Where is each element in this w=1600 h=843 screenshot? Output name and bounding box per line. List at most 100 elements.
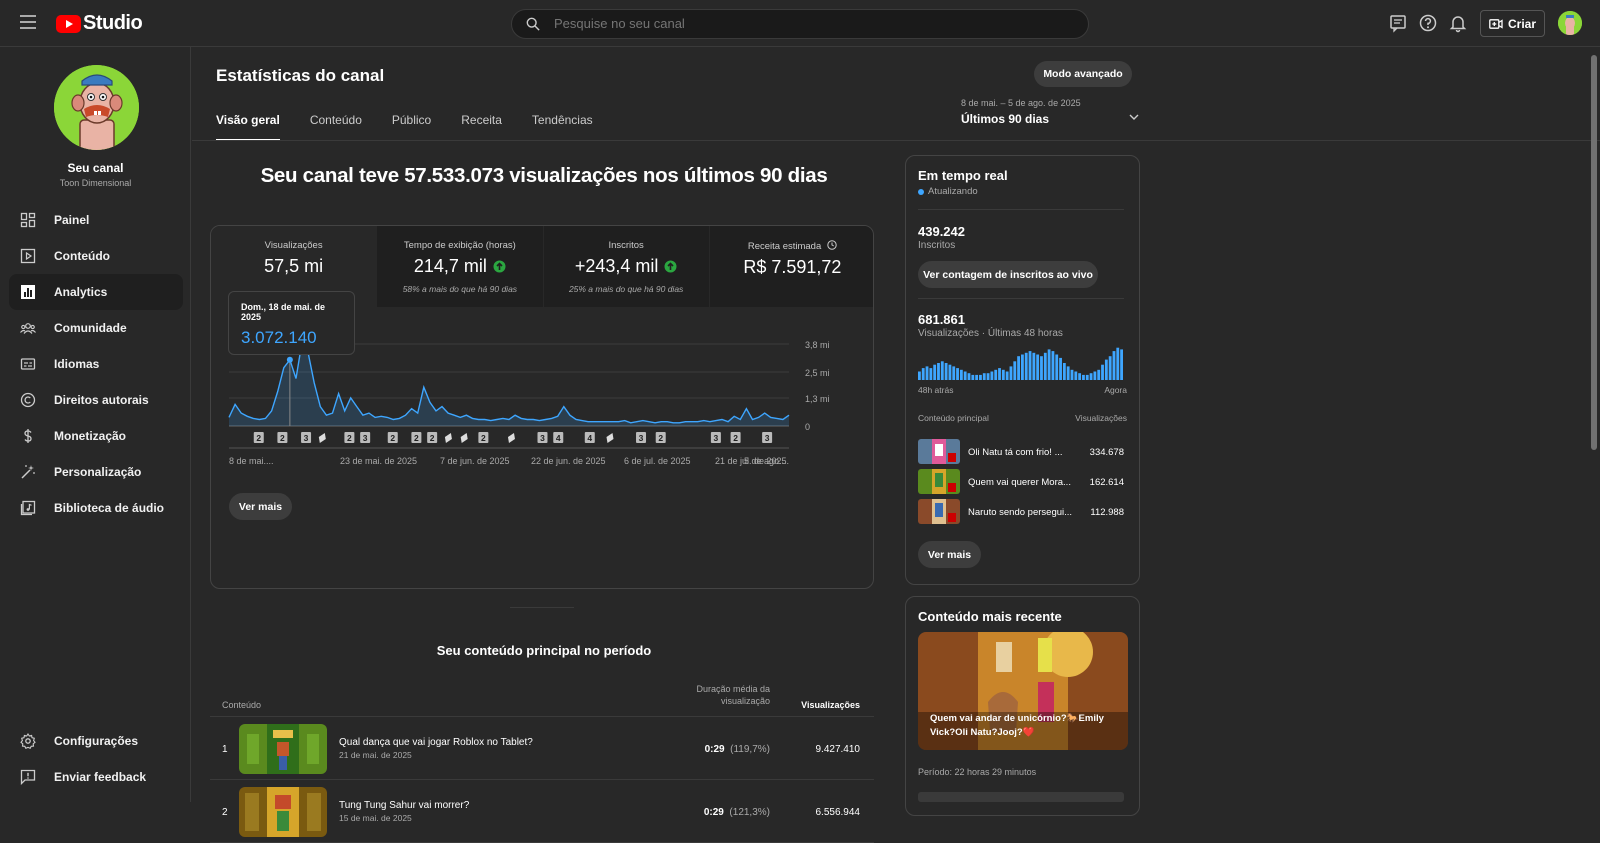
realtime-bar bbox=[971, 374, 975, 380]
video-thumbnail[interactable] bbox=[239, 724, 327, 774]
help-icon[interactable] bbox=[1418, 13, 1438, 33]
feedback-icon bbox=[20, 769, 36, 785]
video-date: 15 de mai. de 2025 bbox=[339, 813, 412, 823]
search-input[interactable] bbox=[554, 16, 1054, 31]
tab-receita[interactable]: Receita bbox=[461, 113, 502, 139]
upload-marker-count: 2 bbox=[256, 433, 261, 443]
table-row[interactable]: 2 Tung Tung Sahur vai morrer? 15 de mai.… bbox=[210, 780, 874, 843]
realtime-bar bbox=[1055, 354, 1059, 380]
studio-logo[interactable]: Studio bbox=[56, 12, 143, 35]
sidebar-item-painel[interactable]: Painel bbox=[9, 202, 183, 238]
sidebar-item-biblioteca-de-audio[interactable]: Biblioteca de áudio bbox=[9, 490, 183, 526]
see-more-button[interactable]: Ver mais bbox=[229, 493, 292, 520]
realtime-axis-end: Agora bbox=[1104, 385, 1127, 395]
search-bar[interactable] bbox=[511, 9, 1089, 39]
sidebar-item-direitos-autorais[interactable]: Direitos autorais bbox=[9, 382, 183, 418]
latest-video-thumbnail[interactable]: Quem vai andar de unicórnio?🐎Emily Vick?… bbox=[918, 632, 1128, 750]
sidebar-item-personalizacao[interactable]: Personalização bbox=[9, 454, 183, 490]
realtime-bar bbox=[1082, 374, 1085, 380]
kpi-revenue[interactable]: Receita estimada R$ 7.591,72 bbox=[709, 226, 873, 307]
community-icon bbox=[20, 323, 36, 334]
column-views[interactable]: Visualizações bbox=[770, 700, 860, 710]
bell-icon[interactable] bbox=[1448, 13, 1468, 33]
table-row[interactable]: 1 Qual dança que vai jogar Roblox no Tab… bbox=[210, 717, 874, 780]
subtitles-icon[interactable] bbox=[1388, 13, 1408, 33]
kpi-comparison: 25% a mais do que há 90 dias bbox=[568, 284, 684, 294]
realtime-bar bbox=[956, 368, 959, 380]
video-thumbnail[interactable] bbox=[239, 787, 327, 837]
kpi-subscribers[interactable]: Inscritos +243,4 mil 25% a mais do que h… bbox=[543, 226, 710, 307]
page-scrollbar[interactable] bbox=[1591, 55, 1597, 450]
menu-icon[interactable] bbox=[20, 15, 36, 29]
latest-video-caption: Quem vai andar de unicórnio?🐎Emily Vick?… bbox=[930, 713, 1104, 738]
realtime-bar bbox=[921, 368, 925, 380]
date-range-picker[interactable]: 8 de mai. – 5 de ago. de 2025 Últimos 90… bbox=[961, 98, 1139, 126]
kpi-value: 214,7 mil bbox=[377, 256, 542, 277]
sidebar-item-label: Enviar feedback bbox=[54, 770, 147, 784]
sidebar-item-label: Personalização bbox=[54, 465, 142, 479]
dashboard-icon bbox=[20, 212, 36, 228]
sidebar-item-conteudo[interactable]: Conteúdo bbox=[9, 238, 183, 274]
realtime-bar bbox=[1043, 352, 1047, 380]
upload-marker-count: 3 bbox=[765, 433, 770, 443]
realtime-bar bbox=[1024, 352, 1028, 380]
kpi-comparison: 58% a mais do que há 90 dias bbox=[402, 284, 518, 294]
analytics-icon bbox=[21, 285, 35, 299]
tab-tendencias[interactable]: Tendências bbox=[532, 113, 593, 139]
realtime-bar bbox=[1120, 349, 1123, 380]
video-title[interactable]: Qual dança que vai jogar Roblox no Table… bbox=[339, 737, 533, 748]
sidebar-item-label: Direitos autorais bbox=[54, 393, 149, 407]
realtime-bar bbox=[944, 363, 948, 380]
realtime-bar bbox=[1017, 356, 1020, 380]
sidebar-item-enviar-feedback[interactable]: Enviar feedback bbox=[9, 759, 183, 795]
account-avatar[interactable] bbox=[1558, 11, 1582, 35]
realtime-bar bbox=[1059, 357, 1062, 380]
latest-content-card: Conteúdo mais recente Quem vai andar de … bbox=[905, 596, 1140, 816]
tooltip-date: Dom., 18 de mai. de 2025 bbox=[241, 302, 326, 322]
latest-stats-row bbox=[918, 792, 1124, 802]
channel-avatar[interactable] bbox=[54, 65, 139, 150]
realtime-bar bbox=[1051, 351, 1055, 380]
sidebar-item-monetizacao[interactable]: Monetização bbox=[9, 418, 183, 454]
video-date: 21 de mai. de 2025 bbox=[339, 750, 412, 760]
tab-visao-geral[interactable]: Visão geral bbox=[216, 113, 280, 141]
realtime-content-item[interactable]: Oli Natu tá com frio! ... 334.678 bbox=[918, 439, 1124, 465]
realtime-bar bbox=[1112, 351, 1116, 380]
tab-conteudo[interactable]: Conteúdo bbox=[310, 113, 362, 139]
upload-marker-count: 2 bbox=[390, 433, 395, 443]
sidebar-item-analytics[interactable]: Analytics bbox=[9, 274, 183, 310]
gear-icon bbox=[20, 733, 36, 749]
realtime-bar bbox=[982, 373, 986, 380]
create-icon bbox=[1489, 18, 1503, 29]
create-button[interactable]: Criar bbox=[1480, 10, 1545, 37]
column-duration: Duração média da visualização bbox=[696, 684, 770, 706]
realtime-bar bbox=[1093, 371, 1097, 380]
realtime-main-content-label: Conteúdo principal bbox=[918, 413, 989, 423]
search-icon bbox=[526, 17, 540, 31]
upload-marker-count: 2 bbox=[414, 433, 419, 443]
sidebar-item-idiomas[interactable]: Idiomas bbox=[9, 346, 183, 382]
tab-publico[interactable]: Público bbox=[392, 113, 431, 139]
realtime-bar bbox=[1001, 369, 1005, 380]
realtime-content-item[interactable]: Quem vai querer Mora... 162.614 bbox=[918, 469, 1124, 495]
realtime-views-chart[interactable] bbox=[918, 346, 1124, 380]
shorts-marker-icon bbox=[444, 433, 452, 443]
realtime-see-more-button[interactable]: Ver mais bbox=[918, 541, 981, 568]
live-subscriber-count-button[interactable]: Ver contagem de inscritos ao vivo bbox=[918, 261, 1098, 288]
realtime-bar bbox=[967, 373, 971, 380]
tooltip-value: 3.072.140 bbox=[241, 328, 317, 347]
trend-up-icon bbox=[493, 260, 506, 273]
realtime-status: Atualizando bbox=[918, 186, 978, 197]
kpi-watch-time[interactable]: Tempo de exibição (horas) 214,7 mil 58% … bbox=[377, 226, 544, 307]
upload-marker-count: 2 bbox=[658, 433, 663, 443]
realtime-bar bbox=[975, 374, 979, 380]
advanced-mode-button[interactable]: Modo avançado bbox=[1034, 61, 1132, 87]
upload-marker-count: 2 bbox=[430, 433, 435, 443]
video-views: 112.988 bbox=[1090, 507, 1124, 518]
sidebar-item-comunidade[interactable]: Comunidade bbox=[9, 310, 183, 346]
realtime-content-item[interactable]: Naruto sendo persegui... 112.988 bbox=[918, 499, 1124, 525]
realtime-bar bbox=[1009, 366, 1013, 380]
sidebar-item-configuracoes[interactable]: Configurações bbox=[9, 723, 183, 759]
video-duration: 0:29 (119,7%) bbox=[704, 744, 770, 755]
latest-period: Período: 22 horas 29 minutos bbox=[918, 767, 1037, 777]
